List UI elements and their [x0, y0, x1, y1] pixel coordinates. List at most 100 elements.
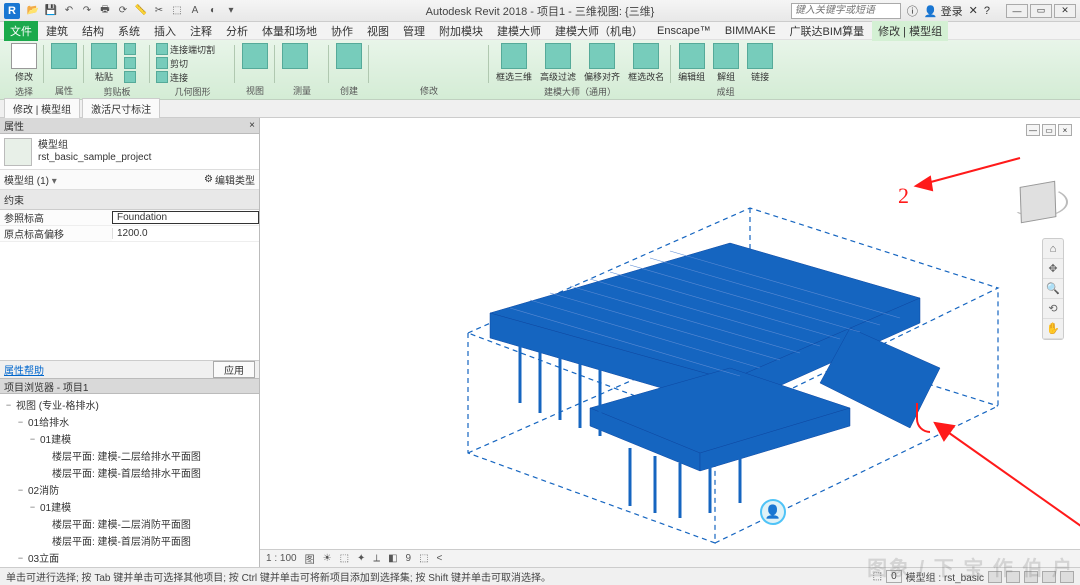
tab-modify-group[interactable]: 修改 | 模型组	[872, 21, 948, 41]
qat-shade-icon[interactable]: ◐	[206, 4, 220, 18]
vcb-lock-icon[interactable]: ⬚	[419, 553, 428, 564]
cut-button[interactable]	[122, 42, 146, 56]
tab-jmds-mep[interactable]: 建模大师（机电）	[549, 21, 649, 41]
info-icon[interactable]: ⓘ	[907, 3, 918, 19]
cope-button[interactable]: 连接端切割	[154, 42, 217, 56]
help-icon[interactable]: ?	[984, 5, 990, 17]
mod-icon[interactable]	[428, 43, 442, 57]
edit-type-button[interactable]: 编辑类型	[204, 172, 255, 187]
vcb-sun-icon[interactable]: ☀	[323, 553, 332, 564]
qat-render-icon[interactable]: A	[188, 4, 202, 18]
qat-3d-icon[interactable]: ⬚	[170, 4, 184, 18]
qat-measure-icon[interactable]: 📏	[134, 4, 148, 18]
tab-manage[interactable]: 管理	[397, 21, 431, 41]
ungroup-button[interactable]: 解组	[710, 42, 742, 84]
tab-addins[interactable]: 附加模块	[433, 21, 489, 41]
qat-more-icon[interactable]: ▾	[224, 4, 238, 18]
tree-item[interactable]: −视图 (专业-格排水)	[0, 396, 259, 413]
cut-geom-button[interactable]: 剪切	[154, 56, 217, 70]
nav-hand-icon[interactable]: ✋	[1043, 319, 1063, 339]
tab-systems[interactable]: 系统	[112, 21, 146, 41]
filter-dropdown[interactable]: 模型组 (1)	[4, 172, 198, 187]
mod-icon[interactable]	[446, 43, 460, 57]
mod-icon[interactable]	[464, 61, 478, 75]
vcb-crop-icon[interactable]: ⟂	[373, 553, 380, 564]
prop-row-offset[interactable]: 原点标高偏移 1200.0	[0, 226, 259, 242]
sign-in-button[interactable]: 👤 登录	[924, 3, 963, 19]
scale-display[interactable]: 1 : 100	[266, 553, 297, 564]
tab-collaborate[interactable]: 协作	[325, 21, 359, 41]
nav-home-icon[interactable]: ⌂	[1043, 239, 1063, 259]
vcb-detail-icon[interactable]: 图	[305, 551, 315, 566]
adv-filter-button[interactable]: 高级过滤	[537, 42, 579, 84]
browser-header[interactable]: 项目浏览器 - 项目1	[0, 378, 259, 394]
mod-icon[interactable]	[446, 61, 460, 75]
tab-insert[interactable]: 插入	[148, 21, 182, 41]
qat-undo-icon[interactable]: ↶	[62, 4, 76, 18]
paste-button[interactable]: 粘贴	[88, 42, 120, 84]
tree-item[interactable]: −01建模	[0, 498, 259, 515]
viewport[interactable]: — ▭ ×	[260, 118, 1080, 549]
tree-item[interactable]: 楼层平面: 建模-首层消防平面图	[0, 532, 259, 549]
mod-icon[interactable]	[428, 61, 442, 75]
join-button[interactable]: 连接	[154, 70, 217, 84]
tab-enscape[interactable]: Enscape™	[651, 23, 717, 39]
options-tab-2[interactable]: 激活尺寸标注	[82, 98, 160, 119]
mod-icon[interactable]	[374, 43, 388, 57]
apply-button[interactable]: 应用	[213, 361, 255, 378]
mod-icon[interactable]	[464, 43, 478, 57]
tab-architecture[interactable]: 建筑	[40, 21, 74, 41]
vcb-back-icon[interactable]: <	[437, 553, 443, 564]
offset-align-button[interactable]: 偏移对齐	[581, 42, 623, 84]
mod-icon[interactable]	[374, 61, 388, 75]
vcb-reveal-icon[interactable]: 9	[406, 553, 412, 564]
qat-sync-icon[interactable]: ⟳	[116, 4, 130, 18]
tree-item[interactable]: −01给排水	[0, 413, 259, 430]
tab-structure[interactable]: 结构	[76, 21, 110, 41]
tab-jmds[interactable]: 建模大师	[491, 21, 547, 41]
vcb-shadow-icon[interactable]: ⬚	[340, 553, 349, 564]
vcb-render-icon[interactable]: ✦	[357, 553, 365, 564]
qat-open-icon[interactable]: 📂	[26, 4, 40, 18]
maximize-button[interactable]: ▭	[1030, 4, 1052, 18]
qat-section-icon[interactable]: ✂	[152, 4, 166, 18]
geom-ico-3[interactable]	[219, 68, 231, 80]
project-browser[interactable]: −视图 (专业-格排水)−01给排水−01建模楼层平面: 建模-二层给排水平面图…	[0, 394, 259, 567]
worksharing-avatar-icon[interactable]: 👤	[760, 499, 786, 525]
minimize-button[interactable]: —	[1006, 4, 1028, 18]
create-button[interactable]	[333, 42, 365, 70]
dim-icon[interactable]	[313, 42, 325, 54]
tree-item[interactable]: 楼层平面: 建模-首层给排水平面图	[0, 464, 259, 481]
nav-orbit-icon[interactable]: ⟲	[1043, 299, 1063, 319]
properties-close-icon[interactable]: ×	[249, 120, 255, 131]
modify-button[interactable]: 修改	[8, 42, 40, 84]
tree-item[interactable]: 楼层平面: 建模-二层给排水平面图	[0, 447, 259, 464]
geom-ico-2[interactable]	[219, 55, 231, 67]
nav-zoom-icon[interactable]: 🔍	[1043, 279, 1063, 299]
tab-annotate[interactable]: 注释	[184, 21, 218, 41]
mod-icon[interactable]	[392, 61, 406, 75]
edit-group-button[interactable]: 编辑组	[675, 42, 708, 84]
box-3d-button[interactable]: 框选三维	[493, 42, 535, 84]
tree-item[interactable]: −01建模	[0, 430, 259, 447]
copy-button[interactable]	[122, 56, 146, 70]
tab-analyze[interactable]: 分析	[220, 21, 254, 41]
tree-item[interactable]: −03立面	[0, 549, 259, 566]
qat-save-icon[interactable]: 💾	[44, 4, 58, 18]
link-button[interactable]: 链接	[744, 42, 776, 84]
view-button[interactable]	[239, 42, 271, 70]
measure-button[interactable]	[279, 42, 311, 70]
tab-bimmake[interactable]: BIMMAKE	[719, 23, 782, 39]
options-tab-1[interactable]: 修改 | 模型组	[4, 98, 80, 119]
geom-ico-1[interactable]	[219, 42, 231, 54]
vcb-hide-icon[interactable]: ◧	[388, 553, 397, 564]
properties-header[interactable]: 属性 ×	[0, 118, 259, 134]
tree-item[interactable]: 楼层平面: 建模-二层消防平面图	[0, 515, 259, 532]
tab-glodon[interactable]: 广联达BIM算量	[784, 21, 871, 41]
type-selector[interactable]: 模型组 rst_basic_sample_project	[0, 134, 259, 170]
qat-redo-icon[interactable]: ↷	[80, 4, 94, 18]
mod-icon[interactable]	[410, 61, 424, 75]
nav-pan-icon[interactable]: ✥	[1043, 259, 1063, 279]
mod-icon[interactable]	[410, 43, 424, 57]
view-cube[interactable]	[1014, 178, 1062, 226]
